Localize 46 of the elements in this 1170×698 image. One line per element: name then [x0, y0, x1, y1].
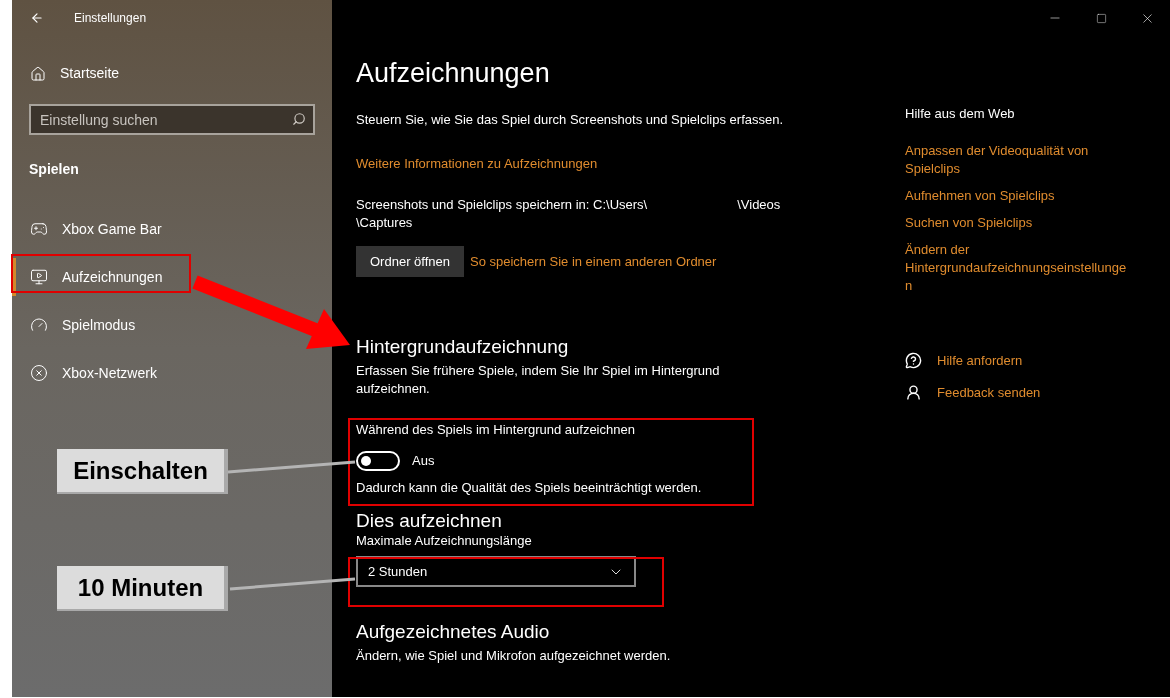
callout-label: 10 Minuten [57, 566, 228, 611]
search-field[interactable]: Einstellung suchen [29, 104, 315, 135]
home-icon [30, 65, 46, 82]
open-folder-button[interactable]: Ordner öffnen [356, 246, 464, 277]
toggle-state: Aus [412, 451, 435, 470]
help-link[interactable]: Anpassen der Videoqualität von Spielclips [905, 141, 1133, 178]
help-heading: Hilfe aus dem Web [905, 105, 1016, 123]
setting-note: Dadurch kann die Qualität des Spiels beeinträchtigt werden. [356, 478, 703, 497]
gauge-icon [30, 316, 48, 334]
circle-x-icon [30, 364, 48, 382]
section-title: Spielen [29, 160, 80, 179]
help-link[interactable]: Ändern der Hintergrundaufzeichnungseinstellungen [905, 240, 1133, 295]
setting-label: Maximale Aufzeichnungslänge [356, 533, 533, 549]
help-action-link[interactable]: Feedback senden [905, 383, 1160, 403]
help-link[interactable]: Aufnehmen von Spielclips [905, 186, 1133, 205]
window-title: Einstellungen [74, 10, 147, 27]
help-action-link[interactable]: Hilfe anfordern [905, 350, 1160, 370]
maximize-icon [1095, 12, 1107, 24]
nav-item[interactable]: Aufzeichnungen [12, 258, 169, 296]
section-heading: Aufgezeichnetes Audio [356, 620, 551, 644]
nav-item[interactable]: Spielmodus [12, 306, 142, 344]
section-heading: Dies aufzeichnen [356, 509, 503, 533]
help-bubble-icon [905, 351, 922, 369]
person-icon [905, 384, 922, 402]
search-icon [292, 112, 306, 126]
page-description: Steuern Sie, wie Sie das Spiel durch Screenshots und Spielclips erfassen. [356, 111, 785, 129]
home-link[interactable]: Startseite [30, 63, 332, 84]
monitor-icon [30, 268, 48, 286]
duration-dropdown[interactable]: 2 Stunden [356, 556, 636, 587]
section-description: Ändern, wie Spiel und Mikrofon aufgezeichnet werden. [356, 647, 672, 665]
setting-label: Während des Spiels im Hintergrund aufzeichnen [356, 421, 636, 439]
more-info-link[interactable]: Weitere Informationen zu Aufzeichnungen [356, 153, 598, 173]
path-text: \Videos [737, 196, 781, 214]
gamepad-icon [30, 220, 48, 238]
other-folder-link[interactable]: So speichern Sie in einem anderen Ordner [470, 251, 717, 272]
nav-item[interactable]: Xbox-Netzwerk [12, 354, 163, 392]
path-text: \Captures [356, 215, 413, 230]
help-link[interactable]: Suchen von Spielclips [905, 213, 1133, 232]
section-heading: Hintergrundaufzeichnung [356, 335, 570, 359]
page-title: Aufzeichnungen [356, 57, 551, 90]
callout-label: Einschalten [57, 449, 228, 494]
section-description: Erfassen Sie frühere Spiele, indem Sie Ihr Spiel im Hintergrund aufzeichnen. [356, 362, 721, 398]
save-path-text: Screenshots und Spielclips speichern in: C:\Users\ [356, 196, 648, 214]
back-button[interactable] [30, 11, 44, 25]
nav-item[interactable]: Xbox Game Bar [12, 210, 168, 248]
toggle-switch[interactable] [356, 450, 400, 471]
